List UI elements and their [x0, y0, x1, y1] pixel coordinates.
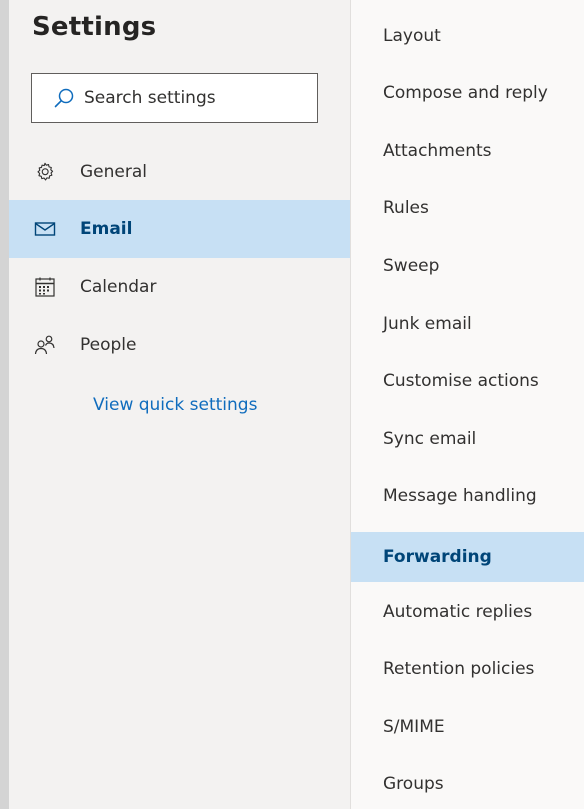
subnav-item-sweep[interactable]: Sweep [351, 250, 584, 282]
mail-icon [33, 217, 57, 241]
subnav-item-attachments[interactable]: Attachments [351, 135, 584, 167]
nav-item-general-label: General [80, 162, 147, 182]
nav-item-calendar-label: Calendar [80, 277, 157, 297]
email-subsettings-pane: Layout Compose and reply Attachments Rul… [351, 0, 584, 809]
window-edge-strip [0, 0, 9, 809]
nav-item-general[interactable]: General [9, 143, 350, 201]
subnav-item-rules[interactable]: Rules [351, 192, 584, 224]
search-box[interactable] [31, 73, 318, 123]
nav-item-people-label: People [80, 335, 137, 355]
people-icon [33, 333, 57, 357]
nav-item-calendar[interactable]: Calendar [9, 258, 350, 316]
gear-icon [33, 160, 57, 184]
subnav-item-layout[interactable]: Layout [351, 20, 584, 52]
page-title: Settings [32, 12, 157, 42]
subnav-item-forwarding[interactable]: Forwarding [351, 532, 584, 582]
search-icon [52, 86, 76, 110]
subnav-item-automatic-replies[interactable]: Automatic replies [351, 596, 584, 628]
subnav-item-message-handling[interactable]: Message handling [351, 480, 584, 512]
nav-item-people[interactable]: People [9, 316, 350, 374]
subnav-item-smime[interactable]: S/MIME [351, 711, 584, 743]
subnav-item-junk-email[interactable]: Junk email [351, 308, 584, 340]
view-quick-settings-link[interactable]: View quick settings [93, 395, 257, 415]
subnav-item-customise-actions[interactable]: Customise actions [351, 365, 584, 397]
settings-nav-pane: Settings General Email [9, 0, 350, 809]
search-input[interactable] [84, 88, 284, 108]
subnav-item-compose-and-reply[interactable]: Compose and reply [351, 77, 584, 109]
subnav-item-sync-email[interactable]: Sync email [351, 423, 584, 455]
nav-item-email-label: Email [80, 219, 133, 239]
nav-item-email[interactable]: Email [9, 200, 350, 258]
subnav-item-retention-policies[interactable]: Retention policies [351, 653, 584, 685]
subnav-item-groups[interactable]: Groups [351, 768, 584, 800]
calendar-icon [33, 275, 57, 299]
